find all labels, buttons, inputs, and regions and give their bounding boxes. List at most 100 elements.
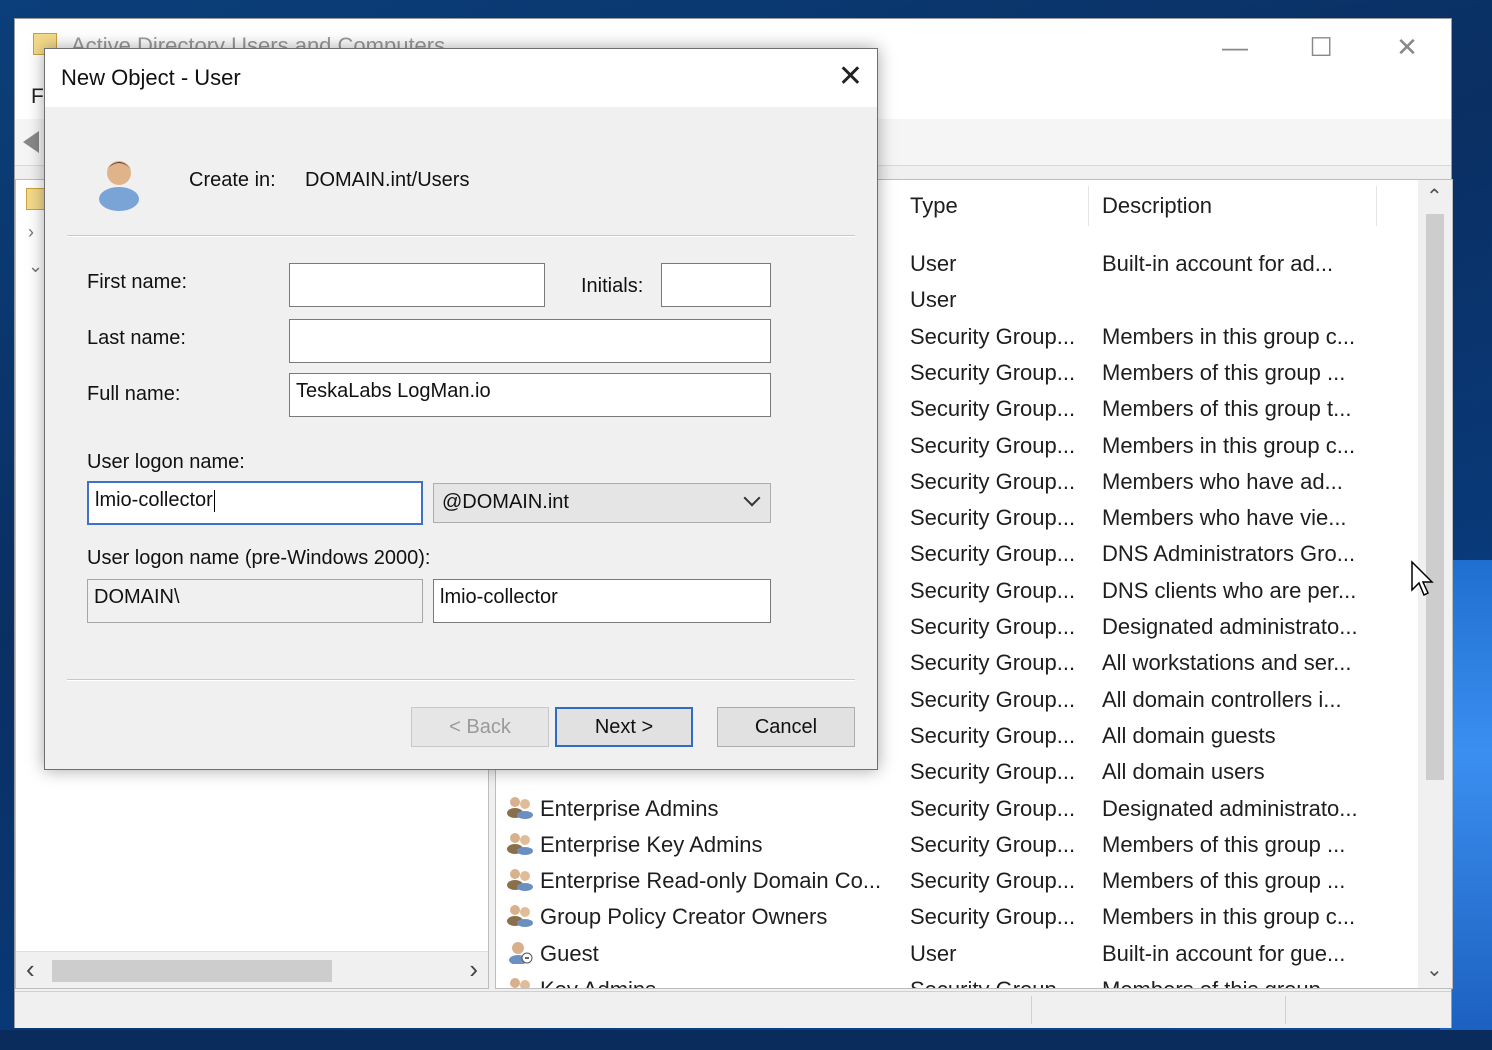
list-item[interactable]: Group Policy Creator Owners Security Grou…	[496, 899, 1406, 935]
list-item-type: Security Group...	[910, 868, 1076, 894]
list-item-name: Group Policy Creator Owners	[506, 899, 827, 935]
list-item-description: Members in this group c...	[1102, 323, 1356, 349]
list-item-type: Security Group...	[910, 650, 1076, 676]
list-item-name: Enterprise Read-only Domain Co...	[506, 863, 881, 899]
mouse-cursor-icon	[1411, 560, 1434, 597]
list-item-type: User	[910, 287, 957, 313]
list-item-type: Security Group...	[910, 432, 1076, 458]
chevron-right-icon[interactable]: ›	[28, 222, 34, 243]
user-icon	[509, 941, 533, 964]
close-icon[interactable]: ✕	[838, 59, 863, 95]
initials-label: Initials:	[581, 275, 644, 297]
chevron-down-icon	[743, 489, 761, 507]
domain-suffix-value: @DOMAIN.int	[442, 491, 569, 513]
column-separator[interactable]	[1088, 186, 1089, 226]
horizontal-scrollbar[interactable]: ‹ ›	[16, 951, 488, 988]
status-bar	[15, 991, 1451, 1028]
list-item[interactable]: Enterprise Read-only Domain Co... Securit…	[496, 863, 1406, 899]
status-separator	[1285, 996, 1286, 1024]
user-icon	[99, 161, 139, 211]
full-name-field[interactable]: TeskaLabs LogMan.io	[289, 373, 771, 417]
list-item-description: Members of this group t...	[1102, 396, 1352, 422]
list-item-type: Security Group...	[910, 759, 1076, 785]
divider-highlight	[67, 680, 855, 681]
last-name-label: Last name:	[87, 327, 186, 349]
list-item-type: Security Group...	[910, 359, 1076, 385]
logon-name-value: lmio-collector	[95, 489, 213, 511]
list-item[interactable]: Guest User Built-in account for gue...	[496, 936, 1406, 972]
list-item-description: Designated administrato...	[1102, 795, 1358, 821]
create-in-path: DOMAIN.int/Users	[305, 169, 470, 191]
minimize-icon[interactable]: —	[1215, 31, 1255, 63]
pre2000-label: User logon name (pre-Windows 2000):	[87, 547, 431, 569]
list-item-name: Key Admins	[506, 972, 656, 988]
last-name-field[interactable]	[289, 319, 771, 363]
scroll-down-icon[interactable]: ⌄	[1426, 957, 1443, 982]
maximize-icon[interactable]: ☐	[1301, 31, 1341, 63]
list-item-type: User	[910, 940, 957, 966]
list-item-description: Members who have vie...	[1102, 505, 1347, 531]
list-item-description: Members of this group ...	[1102, 868, 1346, 894]
list-item-type: Security Group...	[910, 614, 1076, 639]
list-item[interactable]: Enterprise Admins Security Group... Design…	[496, 791, 1406, 827]
list-item-type: Security Group...	[910, 831, 1076, 857]
list-item-name-text: Group Policy Creator Owners	[540, 904, 828, 930]
list-item[interactable]: Enterprise Key Admins Security Group... Me…	[496, 827, 1406, 863]
list-item-name-text: Guest	[540, 940, 599, 966]
list-item-name: Enterprise Key Admins	[506, 827, 763, 863]
logon-name-field[interactable]: lmio-collector	[87, 481, 423, 525]
list-item-type: Security Group...	[910, 972, 1075, 988]
scroll-up-icon[interactable]: ⌃	[1426, 184, 1443, 209]
scroll-left-icon[interactable]: ‹	[26, 954, 35, 985]
next-button[interactable]: Next >	[555, 707, 693, 747]
list-item-type: Security Group...	[910, 396, 1076, 422]
first-name-field[interactable]	[289, 263, 545, 307]
list-item-description: All workstations and ser...	[1102, 650, 1352, 676]
divider-highlight	[67, 236, 855, 237]
column-header-type[interactable]: Type	[910, 186, 958, 226]
new-object-user-dialog: New Object - User ✕ Create in: DOMAIN.in…	[44, 48, 878, 770]
list-item-name-text: Enterprise Key Admins	[540, 831, 763, 857]
back-button[interactable]: < Back	[411, 707, 549, 747]
dialog-titlebar: New Object - User ✕	[45, 49, 877, 107]
chevron-down-icon[interactable]: ⌄	[28, 256, 43, 277]
list-item-description: Built-in account for gue...	[1102, 940, 1346, 966]
list-item-description: All domain users	[1102, 759, 1265, 785]
group-icon	[507, 869, 533, 892]
list-item-description: DNS clients who are per...	[1102, 577, 1357, 603]
pre2000-domain-field: DOMAIN\	[87, 579, 423, 623]
pre2000-logon-field[interactable]: lmio-collector	[433, 579, 771, 623]
list-item-type: Security Group...	[910, 904, 1076, 930]
list-item-description: All domain controllers i...	[1102, 686, 1342, 712]
back-arrow-icon[interactable]	[23, 131, 39, 153]
list-item-description: Members of this group ...	[1102, 359, 1346, 385]
text-caret	[213, 489, 215, 512]
domain-suffix-dropdown[interactable]: @DOMAIN.int	[433, 483, 771, 523]
list-item-description: Built-in account for ad...	[1102, 251, 1334, 276]
group-icon	[507, 905, 533, 928]
column-separator[interactable]	[1376, 186, 1377, 226]
list-item-description: DNS Administrators Gro...	[1102, 541, 1356, 567]
scroll-thumb[interactable]	[1426, 214, 1444, 780]
column-header-description[interactable]: Description	[1102, 186, 1212, 226]
logon-name-label: User logon name:	[87, 451, 245, 473]
list-item-name: Guest	[506, 936, 599, 972]
list-item-type: Security Group...	[910, 505, 1076, 531]
create-in-label: Create in:	[189, 169, 276, 191]
menu-file[interactable]: F	[31, 85, 44, 109]
full-name-label: Full name:	[87, 383, 181, 405]
list-item[interactable]: Key Admins Security Group... Members of th…	[496, 972, 1406, 988]
initials-field[interactable]	[661, 263, 771, 307]
list-item-description: Members in this group c...	[1102, 432, 1356, 458]
list-item-name: Enterprise Admins	[506, 791, 719, 827]
list-item-type: Security Group...	[910, 686, 1076, 712]
scroll-right-icon[interactable]: ›	[469, 954, 478, 985]
cancel-button[interactable]: Cancel	[717, 707, 855, 747]
list-item-type: Security Group...	[910, 795, 1076, 821]
list-item-description: Members who have ad...	[1102, 468, 1343, 494]
list-item-type: Security Group...	[910, 577, 1076, 603]
close-window-icon[interactable]: ✕	[1387, 31, 1427, 63]
list-item-type: Security Group...	[910, 323, 1076, 349]
scroll-thumb[interactable]	[52, 960, 332, 982]
list-item-name-text: Enterprise Read-only Domain Co...	[540, 868, 882, 894]
